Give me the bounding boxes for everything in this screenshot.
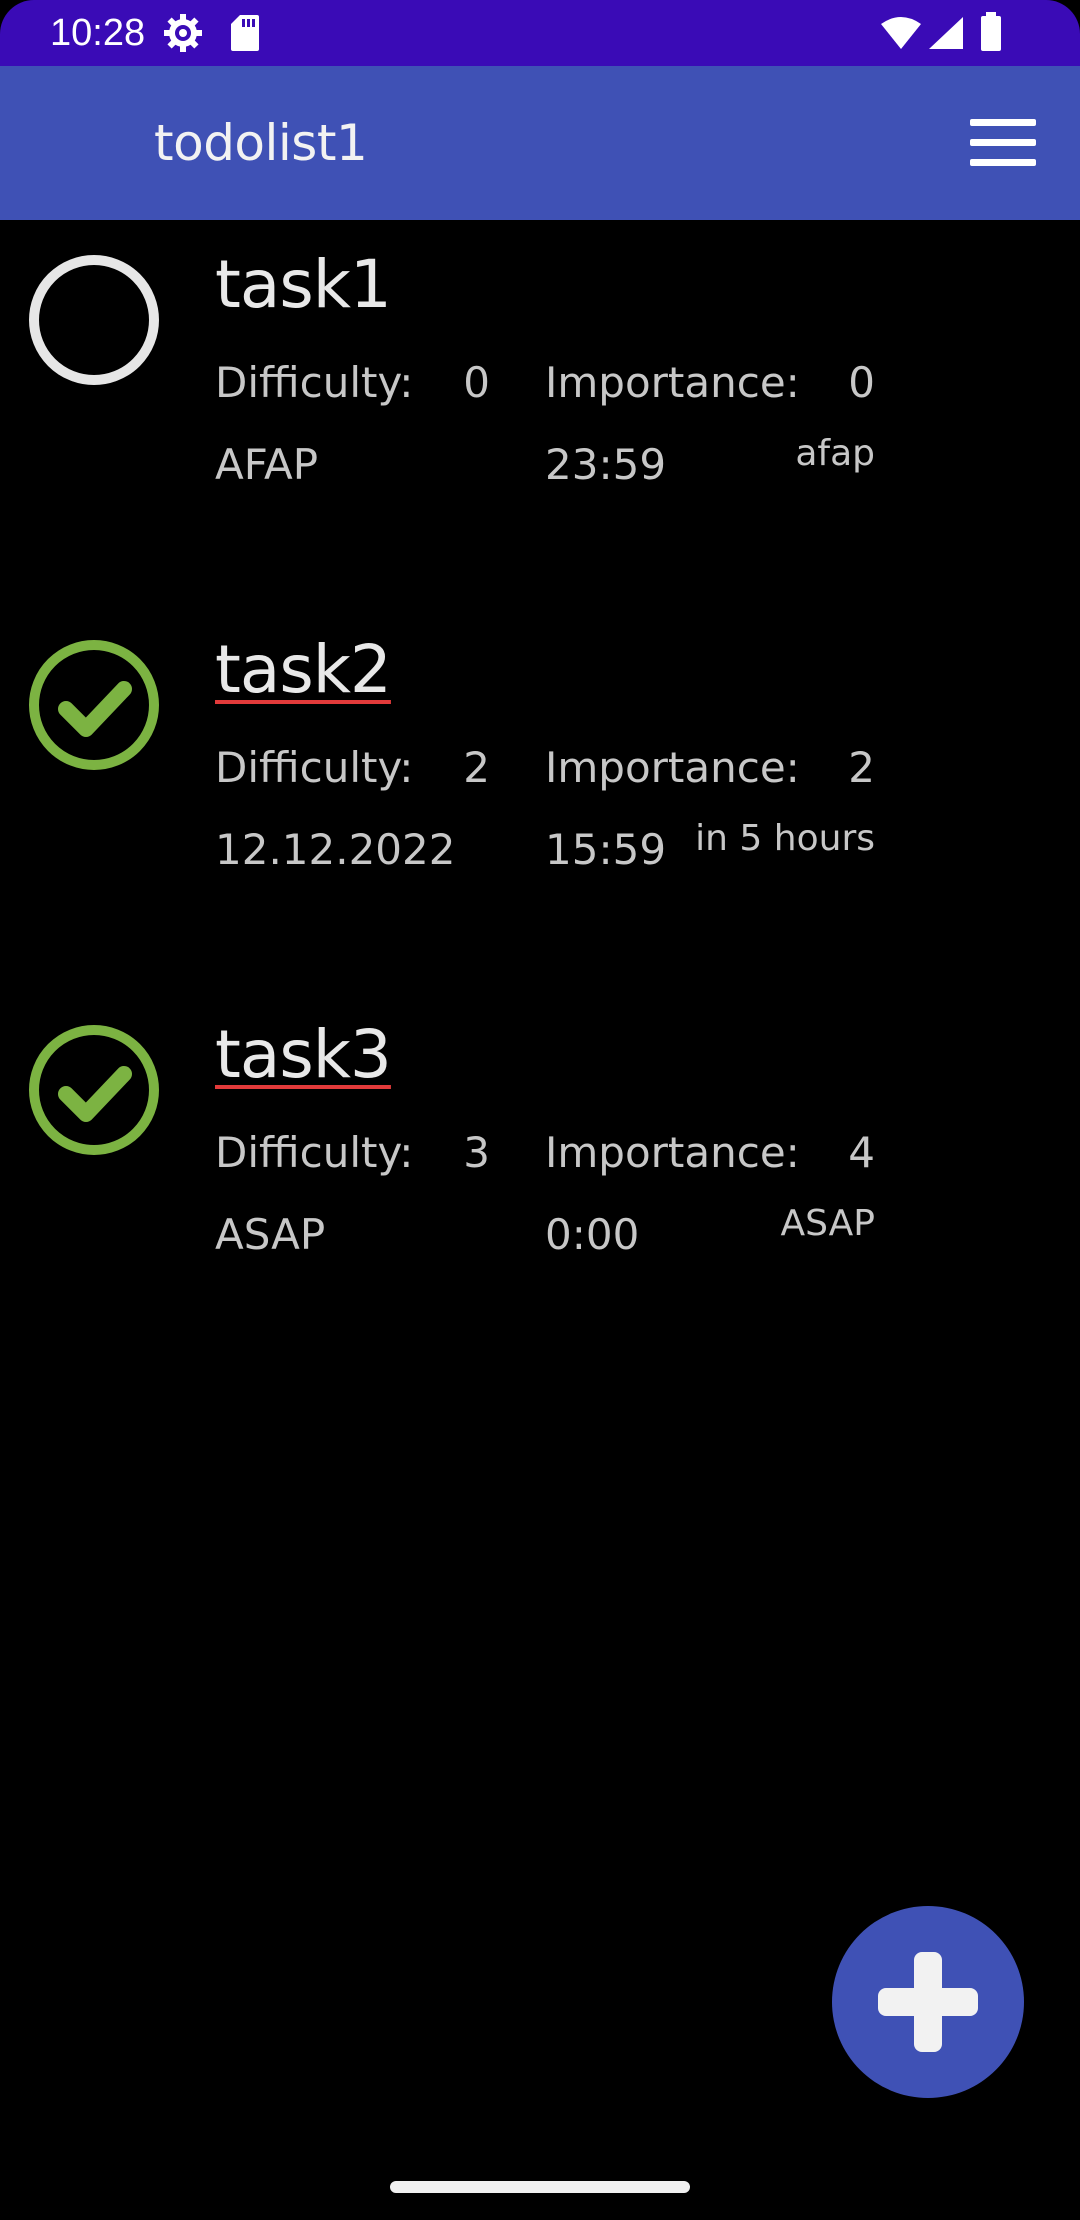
- difficulty-value: 0: [463, 358, 490, 407]
- importance-value: 0: [848, 358, 875, 407]
- due-date: AFAP: [215, 440, 319, 489]
- settings-icon: [162, 12, 204, 58]
- plus-icon-vertical: [914, 1952, 942, 2052]
- due-time: 0:00: [545, 1210, 640, 1259]
- importance-label: Importance:: [545, 358, 800, 407]
- app-bar: todolist1: [0, 66, 1080, 220]
- task-row[interactable]: task2 Difficulty: 2 Importance: 2 12.12.…: [0, 625, 1080, 1010]
- importance-label: Importance:: [545, 743, 800, 792]
- due-date: 12.12.2022: [215, 825, 456, 874]
- checked-circle-icon[interactable]: [28, 639, 160, 771]
- signal-icon: [928, 16, 964, 54]
- menu-icon: [970, 119, 1036, 126]
- sd-card-icon: [230, 14, 260, 56]
- importance-value: 2: [848, 743, 875, 792]
- status-time: 10:28: [50, 12, 146, 54]
- difficulty-label: Difficulty:: [215, 743, 414, 792]
- difficulty-label: Difficulty:: [215, 358, 414, 407]
- wifi-icon: [880, 16, 922, 54]
- difficulty-value: 3: [463, 1128, 490, 1177]
- task-name: task3: [215, 1016, 392, 1093]
- menu-icon-bar: [970, 139, 1036, 146]
- due-time: 15:59: [545, 825, 667, 874]
- time-remaining: ASAP: [780, 1203, 875, 1244]
- difficulty-value: 2: [463, 743, 490, 792]
- due-date: ASAP: [215, 1210, 326, 1259]
- importance-label: Importance:: [545, 1128, 800, 1177]
- due-time: 23:59: [545, 440, 667, 489]
- time-remaining: afap: [795, 433, 875, 474]
- add-task-button[interactable]: [832, 1906, 1024, 2098]
- app-title: todolist1: [154, 114, 368, 172]
- task-name: task2: [215, 631, 392, 708]
- unchecked-circle-icon[interactable]: [28, 254, 160, 386]
- menu-icon-bar: [970, 159, 1036, 166]
- status-bar: 10:28: [0, 0, 1080, 66]
- task-row[interactable]: task3 Difficulty: 3 Importance: 4 ASAP 0…: [0, 1010, 1080, 1395]
- battery-icon: [980, 12, 1002, 56]
- importance-value: 4: [848, 1128, 875, 1177]
- task-name: task1: [215, 246, 392, 323]
- task-row[interactable]: task1 Difficulty: 0 Importance: 0 AFAP 2…: [0, 240, 1080, 625]
- checked-circle-icon[interactable]: [28, 1024, 160, 1156]
- difficulty-label: Difficulty:: [215, 1128, 414, 1177]
- menu-button[interactable]: [970, 119, 1036, 167]
- gesture-nav-bar[interactable]: [390, 2181, 690, 2193]
- time-remaining: in 5 hours: [695, 818, 875, 859]
